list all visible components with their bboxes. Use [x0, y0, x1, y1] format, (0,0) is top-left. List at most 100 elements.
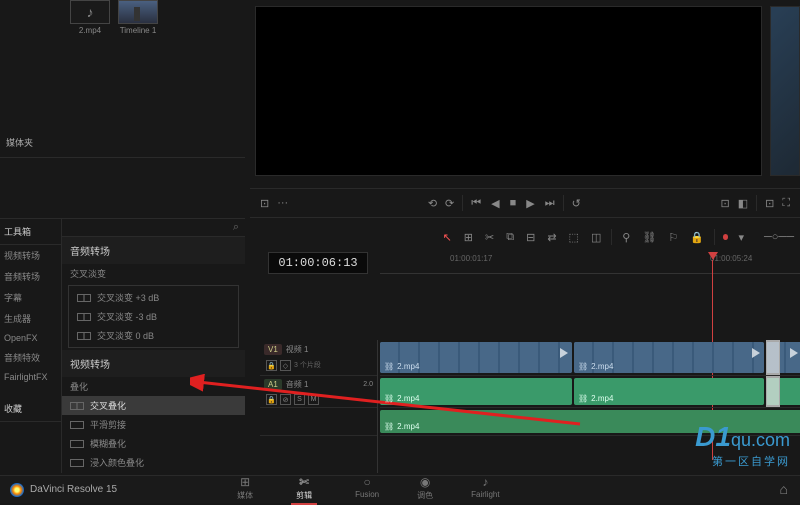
fx-category[interactable]: FairlightFX — [0, 368, 61, 386]
timecode-display[interactable]: 01:00:06:13 — [268, 252, 368, 274]
media-folder-label: 媒体夹 — [0, 128, 245, 158]
transition-icon — [70, 440, 84, 448]
timeline-ruler[interactable]: 01:00:01:17 01:00:05:24 — [380, 252, 800, 274]
track-mute-icon[interactable]: M — [308, 394, 319, 405]
split-view-icon[interactable]: ◧ — [738, 197, 748, 210]
timeline-viewer[interactable] — [770, 6, 800, 176]
audio-clip[interactable]: ⛓2.mp4 — [380, 378, 572, 405]
transition-marker[interactable] — [766, 376, 780, 407]
blade-tool-icon[interactable]: ✂ — [483, 229, 496, 246]
audio-clip[interactable]: ⛓2.mp4 — [380, 410, 800, 433]
track-s-icon[interactable]: S — [294, 394, 305, 405]
ruler-tick: 01:00:01:17 — [450, 254, 492, 263]
viewer-mode-icon[interactable]: ⊡ — [765, 197, 774, 210]
link-icon[interactable]: ⛓ — [640, 229, 658, 246]
music-icon: ♪ — [87, 4, 94, 20]
track-solo-icon[interactable]: ⊘ — [280, 394, 291, 405]
video-track-1: ⛓2.mp4 ⛓2.mp4 — [380, 340, 800, 376]
media-thumb[interactable]: ♪ 2.mp4 — [70, 0, 110, 48]
match-icon[interactable]: ⊡ — [720, 197, 729, 210]
media-thumb[interactable]: Timeline 1 — [118, 0, 158, 48]
play-icon[interactable]: ▶ — [526, 197, 534, 210]
flag-icon[interactable]: ⚐ — [666, 229, 680, 246]
page-media[interactable]: ⊞媒体 — [237, 475, 253, 505]
fx-category[interactable]: OpenFX — [0, 329, 61, 347]
prev-clip-icon[interactable]: ⏮ — [471, 197, 481, 210]
transport-bar: ⊡ ··· ⟲ ⟳ ⏮ ◀ ■ ▶ ⏭ ↺ ⊡ ◧ ⊡ ⛶ — [250, 188, 800, 218]
track-header-a2[interactable] — [260, 408, 377, 436]
video-clip[interactable]: ⛓2.mp4 — [380, 342, 572, 373]
resolve-logo-icon — [10, 483, 24, 497]
next-clip-icon[interactable]: ⏭ — [545, 197, 555, 210]
timeline-toolbar: ↖ ⊞ ✂ ⧉ ⊟ ⇄ ⬚ ◫ ⚲ ⛓ ⚐ 🔒 ▾ ─○── — [260, 225, 800, 249]
zoom-slider-icon[interactable]: ─○── — [762, 229, 796, 245]
append-tool-icon[interactable]: ◫ — [589, 229, 603, 246]
media-page-icon: ⊞ — [240, 475, 250, 489]
track-lock-icon[interactable]: 🔒 — [266, 394, 277, 405]
fx-item[interactable]: 平滑剪接 — [62, 415, 245, 434]
snap-icon[interactable]: ⚲ — [620, 229, 632, 246]
fit-tool-icon[interactable]: ⬚ — [567, 229, 581, 246]
effects-categories: 工具箱 视频转场 音频转场 字幕 生成器 OpenFX 音频特效 Fairlig… — [0, 219, 62, 473]
lock-icon[interactable]: 🔒 — [688, 229, 706, 246]
page-navigation: DaVinci Resolve 15 ⊞媒体 ✄剪辑 ○Fusion ◉调色 ♪… — [0, 475, 800, 503]
source-viewer[interactable] — [255, 6, 762, 176]
track-disable-icon[interactable]: ◇ — [280, 360, 291, 371]
more-icon[interactable]: ··· — [277, 197, 288, 209]
page-fusion[interactable]: ○Fusion — [355, 475, 379, 505]
home-icon[interactable]: ⌂ — [780, 481, 788, 497]
fx-item[interactable]: 交叉淡变 0 dB — [69, 326, 238, 345]
match-frame-icon[interactable]: ⊡ — [260, 197, 269, 210]
stop-icon[interactable]: ■ — [510, 197, 517, 209]
fx-section-video: 视频转场 — [62, 350, 245, 377]
fx-item[interactable]: 附加叠化 — [62, 472, 245, 473]
fx-item[interactable]: 交叉淡变 -3 dB — [69, 307, 238, 326]
transition-marker[interactable] — [766, 340, 780, 375]
expand-icon[interactable]: ⛶ — [782, 197, 790, 210]
search-icon[interactable]: ⌕ — [233, 221, 239, 234]
fx-item[interactable]: 模糊叠化 — [62, 434, 245, 453]
loop-icon[interactable]: ↺ — [572, 197, 581, 210]
fusion-page-icon: ○ — [363, 475, 370, 489]
page-color[interactable]: ◉调色 — [417, 475, 433, 505]
fx-category[interactable]: 视频转场 — [0, 245, 61, 266]
effects-list: ⌕ 音频转场 交叉淡变 交叉淡变 +3 dB 交叉淡变 -3 dB 交叉淡变 0… — [62, 219, 245, 473]
video-clip[interactable]: ⛓2.mp4 — [574, 342, 764, 373]
overwrite-tool-icon[interactable]: ⊟ — [524, 229, 537, 246]
marker-dropdown-icon[interactable]: ▾ — [736, 229, 746, 246]
track-lock-icon[interactable]: 🔒 — [266, 360, 277, 371]
transition-icon — [77, 313, 91, 321]
app-brand: DaVinci Resolve 15 — [10, 483, 117, 497]
trim-tool-icon[interactable]: ⊞ — [462, 229, 475, 246]
fx-item[interactable]: 交叉淡变 +3 dB — [69, 288, 238, 307]
fairlight-page-icon: ♪ — [482, 475, 488, 489]
fx-group: 叠化 — [62, 377, 245, 396]
timeline-clips[interactable]: ⛓2.mp4 ⛓2.mp4 ⛓2.mp4 ⛓2.mp4 ⛓2.mp4 — [380, 340, 800, 473]
fx-category[interactable]: 音频特效 — [0, 347, 61, 368]
insert-tool-icon[interactable]: ⧉ — [504, 229, 516, 246]
fx-category[interactable]: 字幕 — [0, 287, 61, 308]
selection-tool-icon[interactable]: ↖ — [441, 229, 454, 246]
marker-red-icon[interactable] — [723, 234, 729, 240]
track-header-a1[interactable]: A1 音频 1 2.0 🔒 ⊘ S M — [260, 376, 377, 408]
audio-track-2: ⛓2.mp4 — [380, 408, 800, 436]
replace-tool-icon[interactable]: ⇄ — [545, 229, 558, 246]
fx-item[interactable]: 浸入颜色叠化 — [62, 453, 245, 472]
fx-item-cross-dissolve[interactable]: 交叉叠化 — [62, 396, 245, 415]
track-header-v1[interactable]: V1 视频 1 🔒 ◇ 3 个片段 — [260, 340, 377, 376]
transition-icon — [70, 459, 84, 467]
transition-icon — [77, 294, 91, 302]
fx-group: 交叉淡变 — [62, 264, 245, 283]
ruler-tick: 01:00:05:24 — [710, 254, 752, 263]
toolbox-title: 工具箱 — [0, 219, 61, 245]
undo-icon[interactable]: ⟲ — [428, 197, 437, 210]
play-reverse-icon[interactable]: ◀ — [491, 197, 499, 210]
page-edit[interactable]: ✄剪辑 — [291, 475, 317, 505]
transition-icon — [70, 402, 84, 410]
redo-icon[interactable]: ⟳ — [445, 197, 454, 210]
fx-category[interactable]: 生成器 — [0, 308, 61, 329]
audio-clip[interactable]: ⛓2.mp4 — [574, 378, 764, 405]
page-fairlight[interactable]: ♪Fairlight — [471, 475, 499, 505]
fx-category[interactable]: 音频转场 — [0, 266, 61, 287]
edit-page-icon: ✄ — [299, 475, 309, 489]
